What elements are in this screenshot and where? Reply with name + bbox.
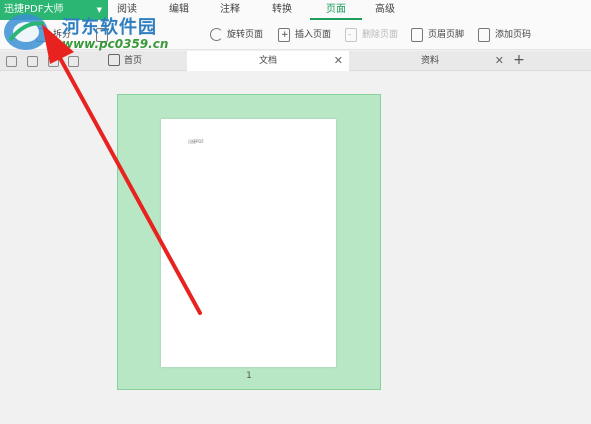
rotate-icon xyxy=(210,28,223,41)
header-footer-icon xyxy=(411,28,423,42)
home-icon[interactable] xyxy=(108,54,120,66)
header-footer-label: 页眉页脚 xyxy=(428,30,465,40)
open-file-icon[interactable] xyxy=(6,56,17,67)
add-page-number-button[interactable]: 添加页码 xyxy=(478,26,536,44)
doc-tab-document[interactable]: 文档 ✕ xyxy=(187,51,349,71)
site-logo-icon xyxy=(4,14,48,50)
add-page-number-label: 添加页码 xyxy=(495,30,532,40)
page-number: 1 xyxy=(246,371,252,381)
insert-page-label: 插入页面 xyxy=(295,30,332,40)
page-canvas: 迅捷PDF 1 xyxy=(0,72,591,424)
delete-page-button[interactable]: - 删除页面 xyxy=(345,26,403,44)
home-tab-label[interactable]: 首页 xyxy=(124,51,142,71)
insert-page-icon: + xyxy=(278,28,290,42)
close-icon[interactable]: ✕ xyxy=(334,51,343,71)
doc-tab-label: 文档 xyxy=(258,56,277,66)
save-icon[interactable] xyxy=(27,56,38,67)
tab-annotate[interactable]: 注释 xyxy=(219,0,241,20)
tab-convert[interactable]: 转换 xyxy=(271,0,293,20)
pdf-page: 迅捷PDF xyxy=(161,119,336,367)
rotate-page-button[interactable]: 旋转页面 xyxy=(210,26,268,44)
page-text: 迅捷PDF xyxy=(188,139,204,144)
rotate-page-label: 旋转页面 xyxy=(227,30,264,40)
close-icon[interactable]: ✕ xyxy=(495,51,504,71)
doc-tab-material[interactable]: 资料 ✕ xyxy=(350,51,510,71)
page-thumbnail-selected[interactable]: 迅捷PDF 1 xyxy=(117,94,381,390)
new-tab-button[interactable]: + xyxy=(511,51,527,71)
header-footer-button[interactable]: 页眉页脚 xyxy=(411,26,469,44)
tab-advanced[interactable]: 高级 xyxy=(374,0,396,20)
tab-edit[interactable]: 编辑 xyxy=(168,0,190,20)
tab-page[interactable]: 页面 xyxy=(310,0,362,20)
insert-page-button[interactable]: + 插入页面 xyxy=(278,26,336,44)
print-icon[interactable] xyxy=(48,56,59,67)
doc-tab-label: 资料 xyxy=(420,56,439,66)
watermark-site-name: 河东软件园 xyxy=(62,17,157,38)
undo-icon[interactable] xyxy=(68,56,79,67)
page-number-icon xyxy=(478,28,490,42)
delete-page-label: 删除页面 xyxy=(362,30,399,40)
watermark-url: www.pc0359.cn xyxy=(62,37,169,51)
delete-page-icon: - xyxy=(345,28,357,42)
